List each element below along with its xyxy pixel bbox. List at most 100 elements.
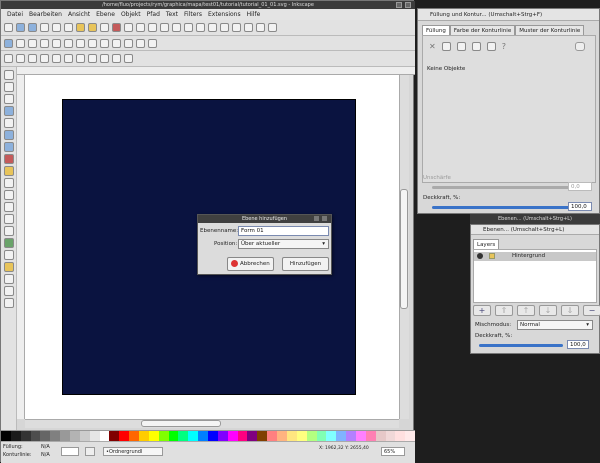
group-icon[interactable] — [196, 23, 205, 32]
open-icon[interactable] — [16, 23, 25, 32]
layer-selector[interactable]: •Ordnergrundl — [103, 447, 163, 456]
gradient-tool-icon[interactable] — [3, 274, 14, 284]
lower-layer-icon[interactable]: ⇓ — [561, 305, 579, 316]
menu-ebene[interactable]: Ebene — [94, 9, 117, 20]
horizontal-scroll-thumb[interactable] — [141, 420, 221, 427]
eye-icon[interactable] — [477, 253, 483, 259]
text-font-icon[interactable] — [232, 23, 241, 32]
rotate-ccw-icon[interactable] — [16, 38, 25, 48]
rect-tool-icon[interactable] — [3, 130, 14, 140]
spiral-tool-icon[interactable] — [3, 178, 14, 188]
zoom-tool-icon[interactable] — [3, 106, 14, 116]
transform-1-icon[interactable] — [112, 38, 121, 48]
raise-top-icon[interactable] — [88, 38, 97, 48]
zoom-6-icon[interactable] — [64, 54, 73, 63]
tweak-tool-icon[interactable] — [3, 94, 14, 104]
rotate-cw-icon[interactable] — [28, 38, 37, 48]
dialog-close-icon[interactable] — [322, 216, 327, 221]
menu-ansicht[interactable]: Ansicht — [66, 9, 92, 20]
align-icon[interactable] — [256, 23, 265, 32]
blend-mode-select[interactable]: Normal ▾ — [517, 320, 593, 330]
fill-stroke-icon[interactable] — [220, 23, 229, 32]
cancel-button[interactable]: Abbrechen — [227, 257, 274, 271]
transform-3-icon[interactable] — [136, 38, 145, 48]
unset-paint-icon[interactable]: ? — [502, 42, 506, 51]
node-tool-icon[interactable] — [3, 82, 14, 92]
add-button[interactable]: Hinzufügen — [282, 257, 329, 271]
opacity-value[interactable]: 100,0 — [568, 202, 592, 211]
menu-objekt[interactable]: Objekt — [119, 9, 143, 20]
spray-tool-icon[interactable] — [3, 238, 14, 248]
preferences-icon[interactable] — [268, 23, 277, 32]
blur-slider[interactable] — [432, 186, 570, 189]
vertical-scroll-thumb[interactable] — [400, 189, 408, 309]
tab-fill[interactable]: Füllung — [422, 25, 450, 35]
fill-rule-icon[interactable] — [575, 42, 585, 51]
flip-v-icon[interactable] — [52, 38, 61, 48]
menu-filters[interactable]: Filters — [182, 9, 204, 20]
bucket-tool-icon[interactable] — [3, 262, 14, 272]
import-icon[interactable] — [52, 23, 61, 32]
zoom-out-icon[interactable] — [148, 23, 157, 32]
remove-layer-icon[interactable]: − — [583, 305, 600, 316]
measure-tool-icon[interactable] — [3, 118, 14, 128]
lower-icon[interactable] — [76, 38, 85, 48]
raise-layer-icon[interactable]: ⇑ — [495, 305, 513, 316]
redo-icon[interactable] — [88, 23, 97, 32]
tab-layers[interactable]: Layers — [473, 239, 500, 249]
menu-extensions[interactable]: Extensions — [206, 9, 243, 20]
text-tool-icon[interactable] — [3, 226, 14, 236]
radial-gradient-icon[interactable] — [471, 42, 481, 51]
zoom-11-icon[interactable] — [124, 54, 133, 63]
ellipse-tool-icon[interactable] — [3, 154, 14, 164]
menu-bearbeiten[interactable]: Bearbeiten — [27, 9, 64, 20]
minimize-button[interactable] — [396, 2, 402, 8]
menu-text[interactable]: Text — [164, 9, 180, 20]
no-paint-icon[interactable]: ✕ — [429, 42, 436, 51]
print-icon[interactable] — [40, 23, 49, 32]
color-palette[interactable] — [1, 430, 416, 442]
opacity-slider[interactable] — [432, 206, 570, 209]
layer-row[interactable]: Hintergrund — [474, 252, 596, 261]
copy-icon[interactable] — [100, 23, 109, 32]
zoom-fit-icon[interactable] — [160, 23, 169, 32]
undo-icon[interactable] — [76, 23, 85, 32]
layer-opacity-slider[interactable] — [479, 344, 563, 347]
zoom-4-icon[interactable] — [40, 54, 49, 63]
connector-tool-icon[interactable] — [3, 298, 14, 308]
menu-pfad[interactable]: Pfad — [145, 9, 162, 20]
selector-tool-icon[interactable] — [3, 70, 14, 80]
3dbox-tool-icon[interactable] — [3, 142, 14, 152]
transform-2-icon[interactable] — [124, 38, 133, 48]
flip-h-icon[interactable] — [40, 38, 49, 48]
paste-icon[interactable] — [124, 23, 133, 32]
menu-datei[interactable]: Datei — [5, 9, 25, 20]
zoom-3-icon[interactable] — [28, 54, 37, 63]
tab-stroke-paint[interactable]: Farbe der Konturlinie — [449, 25, 516, 35]
zoom-1-icon[interactable] — [4, 54, 13, 63]
layer-up-icon[interactable]: ↑ — [517, 305, 535, 316]
zoom-in-icon[interactable] — [136, 23, 145, 32]
close-button[interactable] — [405, 2, 411, 8]
clone-icon[interactable] — [184, 23, 193, 32]
calligraphy-tool-icon[interactable] — [3, 214, 14, 224]
flat-color-icon[interactable] — [441, 42, 451, 51]
zoom-10-icon[interactable] — [112, 54, 121, 63]
tab-stroke-style[interactable]: Muster der Konturlinie — [515, 25, 585, 35]
xml-editor-icon[interactable] — [244, 23, 253, 32]
position-select[interactable]: Über aktueller ▾ — [238, 239, 329, 249]
export-icon[interactable] — [64, 23, 73, 32]
lower-bottom-icon[interactable] — [100, 38, 109, 48]
zoom-5-icon[interactable] — [52, 54, 61, 63]
pencil-tool-icon[interactable] — [3, 190, 14, 200]
zoom-9-icon[interactable] — [100, 54, 109, 63]
duplicate-icon[interactable] — [172, 23, 181, 32]
transform-4-icon[interactable] — [148, 38, 157, 48]
save-icon[interactable] — [28, 23, 37, 32]
layer-eye-icon[interactable] — [85, 447, 95, 456]
zoom-field[interactable]: 65% — [381, 447, 405, 456]
linear-gradient-icon[interactable] — [456, 42, 466, 51]
pattern-icon[interactable] — [486, 42, 496, 51]
zoom-2-icon[interactable] — [16, 54, 25, 63]
new-document-icon[interactable] — [4, 23, 13, 32]
